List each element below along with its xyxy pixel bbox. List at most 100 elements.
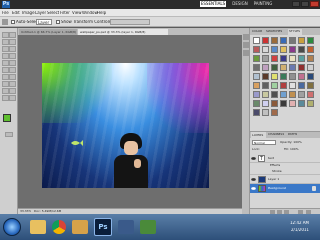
dodge-tool-icon[interactable] [9, 74, 16, 80]
style-swatch[interactable] [253, 46, 260, 53]
style-swatch[interactable] [280, 91, 287, 98]
style-swatch[interactable] [253, 64, 260, 71]
clock-date[interactable]: 2/1/2011 [291, 228, 309, 232]
style-swatch[interactable] [262, 64, 269, 71]
style-swatch[interactable] [307, 100, 314, 107]
auto-select-checkbox[interactable] [11, 20, 15, 24]
menu-image[interactable]: Image [22, 11, 35, 15]
visibility-eye-icon[interactable] [251, 177, 256, 182]
type-tool-icon[interactable] [9, 81, 16, 87]
fill-field[interactable]: Fill: 100% [284, 148, 299, 151]
style-swatch[interactable] [253, 82, 260, 89]
foreground-color-swatch[interactable] [3, 114, 11, 122]
maximize-button[interactable] [301, 1, 309, 7]
eyedropper-tool-icon[interactable] [9, 46, 16, 52]
style-swatch[interactable] [280, 46, 287, 53]
photoshop-taskbar-icon[interactable]: Ps [94, 218, 112, 236]
style-swatch[interactable] [253, 100, 260, 107]
menu-select[interactable]: Select [47, 11, 59, 15]
style-swatch[interactable] [262, 73, 269, 80]
healing-tool-icon[interactable] [2, 53, 9, 59]
style-swatch[interactable] [262, 91, 269, 98]
menu-edit[interactable]: Edit [12, 11, 20, 15]
style-swatch[interactable] [307, 82, 314, 89]
start-button[interactable] [3, 218, 21, 236]
move-tool-icon[interactable] [2, 32, 9, 38]
style-swatch[interactable] [262, 37, 269, 44]
auto-select-dropdown[interactable]: Layer [36, 19, 52, 25]
close-button[interactable] [310, 1, 319, 7]
style-swatch[interactable] [271, 82, 278, 89]
quick-mask-icon[interactable] [5, 132, 13, 137]
style-swatch[interactable] [298, 46, 305, 53]
workspace-button-design[interactable]: DESIGN [230, 1, 250, 7]
shape-tool-icon[interactable] [9, 88, 16, 94]
style-swatch[interactable] [298, 55, 305, 62]
menu-layer[interactable]: Layer [35, 11, 46, 15]
style-swatch[interactable] [307, 46, 314, 53]
clock-time[interactable]: 12:42 AM [290, 221, 309, 225]
style-swatch[interactable] [298, 82, 305, 89]
canvas-image[interactable] [42, 63, 209, 188]
transform-controls-checkbox[interactable] [56, 20, 60, 24]
style-swatch[interactable] [253, 73, 260, 80]
style-swatch[interactable] [298, 73, 305, 80]
hand-tool-icon[interactable] [2, 95, 9, 101]
media-taskbar-icon[interactable] [118, 220, 134, 234]
style-swatch[interactable] [280, 82, 287, 89]
pen-tool-icon[interactable] [2, 81, 9, 87]
tab-paths[interactable]: PATHS [288, 133, 297, 136]
style-swatch[interactable] [289, 46, 296, 53]
menu-view[interactable]: View [72, 11, 82, 15]
style-swatch[interactable] [298, 91, 305, 98]
style-swatch[interactable] [289, 82, 296, 89]
style-swatch[interactable] [289, 64, 296, 71]
tab-layers[interactable]: LAYERS [251, 132, 266, 138]
menu-filter[interactable]: Filter [60, 11, 70, 15]
style-swatch[interactable] [262, 109, 269, 116]
tab-styles[interactable]: STYLES [288, 29, 302, 35]
layer-row-text[interactable]: T text [250, 154, 320, 163]
style-swatch[interactable] [262, 82, 269, 89]
menu-help[interactable]: Help [97, 11, 106, 15]
folder-taskbar-icon[interactable] [72, 220, 88, 234]
tab-color[interactable]: COLOR [252, 30, 262, 33]
blend-mode-dropdown[interactable]: Normal [252, 140, 276, 145]
style-swatch[interactable] [307, 91, 314, 98]
workspace-button-essentials[interactable]: ESSENTIALS [200, 1, 226, 7]
menu-file[interactable]: File [2, 11, 9, 15]
style-swatch[interactable] [253, 55, 260, 62]
lasso-tool-icon[interactable] [2, 39, 9, 45]
style-swatch[interactable] [253, 109, 260, 116]
history-brush-tool-icon[interactable] [9, 60, 16, 66]
minimize-button[interactable] [292, 1, 300, 7]
style-swatch[interactable] [262, 100, 269, 107]
path-selection-tool-icon[interactable] [2, 88, 9, 94]
zoom-tool-icon[interactable] [9, 95, 16, 101]
brush-tool-icon[interactable] [9, 53, 16, 59]
style-swatch[interactable] [289, 37, 296, 44]
opacity-field[interactable]: Opacity: 100% [280, 141, 302, 144]
style-swatch[interactable] [271, 37, 278, 44]
gradient-tool-icon[interactable] [9, 67, 16, 73]
adjustments-panel-icon[interactable] [243, 50, 249, 56]
style-swatch[interactable] [271, 46, 278, 53]
menu-window[interactable]: Window [82, 11, 98, 15]
zoom-readout[interactable]: 33.33% [20, 210, 31, 213]
style-swatch[interactable] [298, 37, 305, 44]
style-swatch[interactable] [307, 64, 314, 71]
screen-recorder-taskbar-icon[interactable] [140, 220, 156, 234]
visibility-eye-icon[interactable] [251, 156, 256, 161]
eraser-tool-icon[interactable] [2, 67, 9, 73]
chrome-taskbar-icon[interactable] [52, 220, 66, 234]
style-swatch[interactable] [271, 109, 278, 116]
layer-row-background[interactable]: Background [250, 184, 320, 193]
style-swatch[interactable] [253, 37, 260, 44]
blur-tool-icon[interactable] [2, 74, 9, 80]
history-panel-icon[interactable] [243, 34, 249, 40]
style-swatch[interactable] [280, 64, 287, 71]
style-swatch[interactable] [307, 37, 314, 44]
align-buttons[interactable] [110, 19, 150, 25]
style-swatch[interactable] [280, 55, 287, 62]
style-swatch[interactable] [280, 73, 287, 80]
